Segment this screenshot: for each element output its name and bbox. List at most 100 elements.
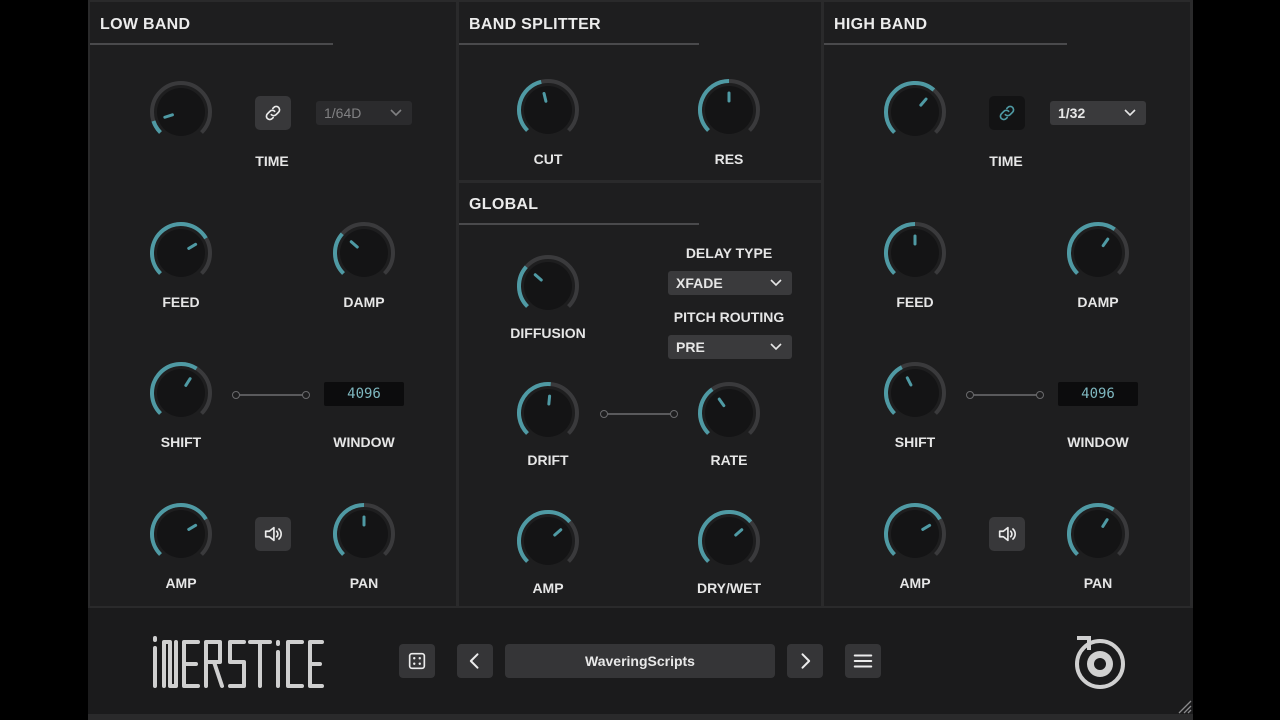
high-damp-knob[interactable] <box>1066 221 1130 285</box>
knob-body <box>891 510 939 558</box>
knob-body <box>157 369 205 417</box>
high-amp-knob[interactable] <box>883 502 947 566</box>
speaker-icon <box>264 526 282 542</box>
high-feed-label: FEED <box>896 294 934 310</box>
low-feed-label: FEED <box>162 294 200 310</box>
cut-label: CUT <box>533 151 563 167</box>
high-pan-knob[interactable] <box>1066 502 1130 566</box>
link-dot <box>600 409 608 418</box>
chevron-left-icon <box>469 653 479 669</box>
low-time-knob[interactable] <box>149 80 213 144</box>
knob-body <box>891 369 939 417</box>
knob-body <box>524 389 572 437</box>
high-time-division-value: 1/32 <box>1058 105 1086 121</box>
knob-graphic <box>150 81 212 136</box>
knob-graphic <box>517 79 579 134</box>
chevron-right-icon <box>801 653 811 669</box>
low-band-title: LOW BAND <box>100 16 191 33</box>
delay-type-dropdown[interactable]: XFADE <box>668 271 792 295</box>
preset-name-display[interactable]: WaveringScripts <box>505 644 775 678</box>
link-dot <box>1036 390 1044 399</box>
low-window-display[interactable]: 4096 <box>324 382 404 406</box>
speaker-icon <box>998 526 1016 542</box>
knob-graphic <box>698 382 760 437</box>
delay-type-value: XFADE <box>676 275 723 291</box>
low-shift-label: SHIFT <box>160 434 202 450</box>
delay-type-label: DELAY TYPE <box>685 245 773 261</box>
low-shift-window-link[interactable] <box>232 390 310 399</box>
high-time-label: TIME <box>989 153 1023 169</box>
knob-indicator <box>542 91 548 103</box>
global-panel: GLOBAL DIFFUSION DELAY TYPE XFADE PITCH … <box>459 183 821 606</box>
high-amp-label: AMP <box>899 575 931 591</box>
product-logo <box>153 636 324 688</box>
title-underline <box>459 43 699 45</box>
preset-menu-button[interactable] <box>845 644 881 678</box>
knob-body <box>524 86 572 134</box>
high-shift-knob[interactable] <box>883 361 947 425</box>
rate-label: RATE <box>710 452 748 468</box>
cut-knob[interactable] <box>516 78 580 142</box>
knob-body <box>524 262 572 310</box>
knob-graphic <box>333 222 395 277</box>
knob-graphic <box>884 362 946 417</box>
knob-body <box>1074 229 1122 277</box>
next-preset-button[interactable] <box>787 644 823 678</box>
dry-wet-label: DRY/WET <box>696 580 762 596</box>
knob-graphic <box>150 362 212 417</box>
band-splitter-panel: BAND SPLITTER CUT RES <box>459 2 821 180</box>
pitch-routing-dropdown[interactable]: PRE <box>668 335 792 359</box>
high-mute-button[interactable] <box>989 517 1025 551</box>
high-time-sync-button[interactable] <box>989 96 1025 130</box>
chevron-down-icon <box>770 279 782 287</box>
low-time-division-value: 1/64D <box>324 105 362 121</box>
hamburger-menu-icon <box>853 654 873 668</box>
drift-rate-link[interactable] <box>600 409 678 418</box>
global-amp-knob[interactable] <box>516 509 580 573</box>
global-title: GLOBAL <box>469 196 539 213</box>
high-time-knob[interactable] <box>883 80 947 144</box>
knob-graphic <box>517 510 579 565</box>
high-shift-window-link[interactable] <box>966 390 1044 399</box>
knob-graphic <box>884 222 946 277</box>
drift-knob[interactable] <box>516 381 580 445</box>
global-amp-label: AMP <box>532 580 564 596</box>
brand-logo-icon <box>1075 636 1125 689</box>
dry-wet-knob[interactable] <box>697 509 761 573</box>
footer-bar: WaveringScripts <box>88 608 1193 714</box>
resize-handle-icon[interactable] <box>1176 698 1192 714</box>
plugin-window: LOW BAND 1/64D TIME FEED DAMP SHIFT 4096… <box>88 0 1193 720</box>
high-feed-knob[interactable] <box>883 221 947 285</box>
randomize-button[interactable] <box>399 644 435 678</box>
knob-value-arc <box>151 120 162 134</box>
knob-body <box>891 88 939 136</box>
knob-graphic <box>698 79 760 134</box>
knob-body <box>157 510 205 558</box>
low-feed-knob[interactable] <box>149 221 213 285</box>
low-time-label: TIME <box>255 153 289 169</box>
low-amp-knob[interactable] <box>149 502 213 566</box>
high-shift-label: SHIFT <box>894 434 936 450</box>
high-window-display[interactable]: 4096 <box>1058 382 1138 406</box>
low-time-sync-button[interactable] <box>255 96 291 130</box>
low-time-division-dropdown[interactable]: 1/64D <box>316 101 412 125</box>
low-pan-knob[interactable] <box>332 502 396 566</box>
knob-body <box>705 517 753 565</box>
knob-body <box>705 389 753 437</box>
rate-knob[interactable] <box>697 381 761 445</box>
link-icon <box>265 105 281 121</box>
high-time-division-dropdown[interactable]: 1/32 <box>1050 101 1146 125</box>
low-mute-button[interactable] <box>255 517 291 551</box>
pitch-routing-label: PITCH ROUTING <box>673 309 785 325</box>
knob-graphic <box>698 510 760 565</box>
low-shift-knob[interactable] <box>149 361 213 425</box>
low-damp-knob[interactable] <box>332 221 396 285</box>
previous-preset-button[interactable] <box>457 644 493 678</box>
knob-graphic <box>517 255 579 310</box>
link-dot <box>232 390 240 399</box>
diffusion-knob[interactable] <box>516 254 580 318</box>
res-knob[interactable] <box>697 78 761 142</box>
chevron-down-icon <box>1124 109 1136 117</box>
pitch-routing-value: PRE <box>676 339 705 355</box>
low-amp-label: AMP <box>165 575 197 591</box>
